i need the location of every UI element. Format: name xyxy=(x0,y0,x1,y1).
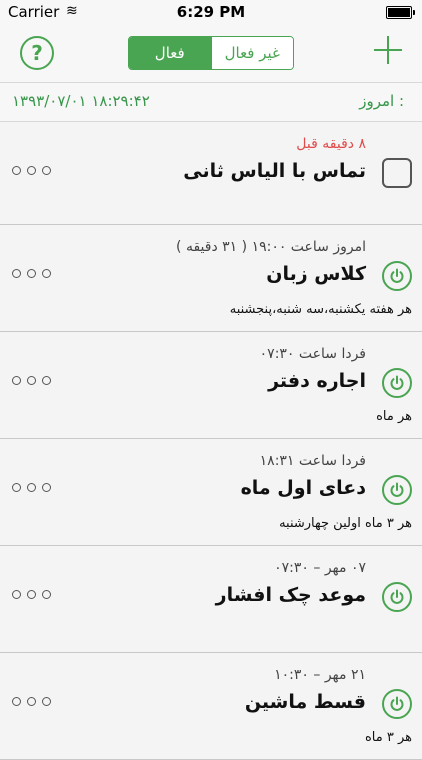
reminder-time: ۲۱ مهر – ۱۰:۳۰ xyxy=(274,667,366,683)
add-reminder-button[interactable] xyxy=(374,36,402,64)
reminder-row[interactable]: ۲۱ مهر – ۱۰:۳۰ قسط ماشین هر ۳ ماه xyxy=(0,653,422,760)
reminder-repeat: هر ۳ ماه xyxy=(364,730,412,745)
tab-active[interactable]: فعال xyxy=(129,37,211,69)
tab-inactive[interactable]: غیر فعال xyxy=(210,37,293,69)
reminder-title: اجاره دفتر xyxy=(268,370,366,392)
reminder-time: امروز ساعت ۱۹:۰۰ ( ۳۱ دقیقه ) xyxy=(176,239,366,255)
more-options-icon[interactable] xyxy=(12,697,51,706)
more-options-icon[interactable] xyxy=(12,590,51,599)
reminder-time: فردا ساعت ۱۸:۳۱ xyxy=(259,453,366,469)
reminder-title: کلاس زبان xyxy=(266,263,366,285)
power-icon[interactable] xyxy=(382,368,412,398)
reminder-title: تماس با الیاس ثانی xyxy=(183,160,366,182)
reminder-row[interactable]: ۸ دقیقه قبل تماس با الیاس ثانی xyxy=(0,122,422,225)
question-icon: ? xyxy=(31,41,43,65)
more-options-icon[interactable] xyxy=(12,483,51,492)
reminder-row[interactable]: ۰۷ مهر – ۰۷:۳۰ موعد چک افشار xyxy=(0,546,422,653)
more-options-icon[interactable] xyxy=(12,166,51,175)
reminder-list: ۸ دقیقه قبل تماس با الیاس ثانی امروز ساع… xyxy=(0,122,422,760)
power-icon[interactable] xyxy=(382,582,412,612)
reminder-time: ۸ دقیقه قبل xyxy=(296,136,366,152)
help-button[interactable]: ? xyxy=(20,36,54,70)
reminder-repeat: هر ۳ ماه اولین چهارشنبه xyxy=(279,516,412,531)
more-options-icon[interactable] xyxy=(12,269,51,278)
reminder-row[interactable]: فردا ساعت ۱۸:۳۱ دعای اول ماه هر ۳ ماه او… xyxy=(0,439,422,546)
reminder-title: قسط ماشین xyxy=(244,691,366,713)
reminder-time: ۰۷ مهر – ۰۷:۳۰ xyxy=(274,560,366,576)
current-date-bar: ۱۳۹۳/۰۷/۰۱ ۱۸:۲۹:۴۲ امروز : xyxy=(0,82,422,122)
reminder-title: موعد چک افشار xyxy=(215,584,366,606)
power-icon[interactable] xyxy=(382,689,412,719)
navigation-bar: ? فعال غیر فعال xyxy=(0,24,422,82)
reminder-repeat: هر هفته یکشنبه،سه شنبه،پنجشنبه xyxy=(229,302,412,317)
today-label: امروز : xyxy=(359,92,404,110)
reminder-row[interactable]: امروز ساعت ۱۹:۰۰ ( ۳۱ دقیقه ) کلاس زبان … xyxy=(0,225,422,332)
status-bar: Carrier ≋ 6:29 PM xyxy=(0,0,422,24)
more-options-icon[interactable] xyxy=(12,376,51,385)
current-datetime: ۱۳۹۳/۰۷/۰۱ ۱۸:۲۹:۴۲ xyxy=(12,92,150,110)
active-filter-segmented-control[interactable]: فعال غیر فعال xyxy=(128,36,294,70)
reminder-row[interactable]: فردا ساعت ۰۷:۳۰ اجاره دفتر هر ماه xyxy=(0,332,422,439)
checkbox-icon[interactable] xyxy=(382,158,412,188)
reminder-repeat: هر ماه xyxy=(376,409,412,424)
reminder-time: فردا ساعت ۰۷:۳۰ xyxy=(259,346,366,362)
power-icon[interactable] xyxy=(382,475,412,505)
power-icon[interactable] xyxy=(382,261,412,291)
status-time: 6:29 PM xyxy=(176,3,246,21)
reminder-title: دعای اول ماه xyxy=(240,477,366,499)
battery-icon xyxy=(386,6,415,19)
